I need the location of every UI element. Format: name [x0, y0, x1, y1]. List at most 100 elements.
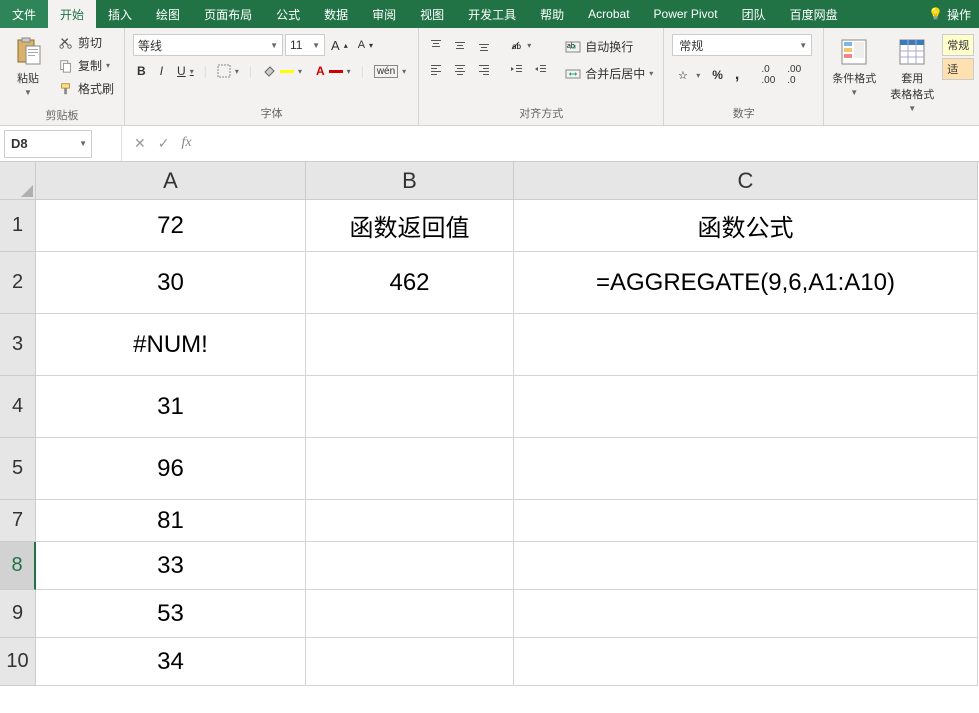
- cell-A5[interactable]: 96: [36, 438, 306, 500]
- row-header-5[interactable]: 5: [0, 438, 36, 500]
- cell-B3[interactable]: [306, 314, 514, 376]
- enter-formula-button[interactable]: ✓: [158, 135, 170, 152]
- cell-C10[interactable]: [514, 638, 978, 686]
- cell-B9[interactable]: [306, 590, 514, 638]
- name-box[interactable]: D8 ▼: [4, 130, 92, 158]
- cell-style-preview-1[interactable]: 常规: [942, 34, 974, 56]
- ribbon-tab-9[interactable]: 开发工具: [456, 0, 528, 28]
- ribbon-tab-7[interactable]: 审阅: [360, 0, 408, 28]
- cell-B7[interactable]: [306, 500, 514, 542]
- cell-B10[interactable]: [306, 638, 514, 686]
- cell-C8[interactable]: [514, 542, 978, 590]
- ribbon-tab-3[interactable]: 绘图: [144, 0, 192, 28]
- copy-button[interactable]: 复制 ▾: [54, 55, 118, 76]
- align-left-button[interactable]: [425, 60, 447, 78]
- clipboard-group-label: 剪贴板: [0, 105, 124, 127]
- cell-A10[interactable]: 34: [36, 638, 306, 686]
- comma-button[interactable]: ,: [731, 64, 743, 86]
- accounting-format-button[interactable]: ☆▾: [672, 66, 704, 84]
- merge-center-button[interactable]: 合并后居中 ▾: [561, 63, 657, 84]
- decrease-decimal-button[interactable]: .00.0: [783, 62, 805, 88]
- cell-A1[interactable]: 72: [36, 200, 306, 252]
- cell-A8[interactable]: 33: [36, 542, 306, 590]
- cell-A9[interactable]: 53: [36, 590, 306, 638]
- cell-B4[interactable]: [306, 376, 514, 438]
- ribbon-tab-12[interactable]: Power Pivot: [642, 0, 730, 28]
- wrap-text-button[interactable]: ab 自动换行: [561, 36, 657, 57]
- conditional-formatting-button[interactable]: 条件格式 ▼: [826, 32, 882, 101]
- border-button[interactable]: ▾: [213, 62, 243, 80]
- ribbon-tab-11[interactable]: Acrobat: [576, 0, 641, 28]
- underline-button[interactable]: U▾: [173, 62, 198, 80]
- row-header-3[interactable]: 3: [0, 314, 36, 376]
- ribbon-tab-1[interactable]: 开始: [48, 0, 96, 28]
- cell-B1[interactable]: 函数返回值: [306, 200, 514, 252]
- phonetic-button[interactable]: wén▾: [370, 63, 410, 80]
- percent-button[interactable]: %: [708, 66, 727, 84]
- cell-C3[interactable]: [514, 314, 978, 376]
- insert-function-button[interactable]: fx: [181, 135, 191, 152]
- align-right-button[interactable]: [473, 60, 495, 78]
- row-header-1[interactable]: 1: [0, 200, 36, 252]
- cell-B8[interactable]: [306, 542, 514, 590]
- format-painter-button[interactable]: 格式刷: [54, 78, 118, 99]
- align-bottom-button[interactable]: [473, 36, 495, 54]
- align-center-button[interactable]: [449, 60, 471, 78]
- ribbon-tab-4[interactable]: 页面布局: [192, 0, 264, 28]
- font-size-value: 11: [290, 38, 302, 52]
- cond-fmt-label: 条件格式: [832, 70, 876, 86]
- row-header-7[interactable]: 7: [0, 500, 36, 542]
- font-color-button[interactable]: A▾: [312, 62, 355, 80]
- cell-C4[interactable]: [514, 376, 978, 438]
- align-top-button[interactable]: [425, 36, 447, 54]
- cut-button[interactable]: 剪切: [54, 32, 118, 53]
- tell-me[interactable]: 💡操作: [920, 0, 979, 28]
- ribbon-tab-0[interactable]: 文件: [0, 0, 48, 28]
- ribbon-tab-13[interactable]: 团队: [730, 0, 778, 28]
- align-middle-button[interactable]: [449, 36, 471, 54]
- row-header-10[interactable]: 10: [0, 638, 36, 686]
- row-header-4[interactable]: 4: [0, 376, 36, 438]
- font-name-select[interactable]: 等线 ▼: [133, 34, 283, 56]
- column-header-C[interactable]: C: [514, 162, 978, 200]
- increase-indent-button[interactable]: [529, 60, 551, 78]
- cell-C5[interactable]: [514, 438, 978, 500]
- ribbon-tab-5[interactable]: 公式: [264, 0, 312, 28]
- column-header-B[interactable]: B: [306, 162, 514, 200]
- cell-A7[interactable]: 81: [36, 500, 306, 542]
- select-all-triangle[interactable]: [0, 162, 36, 200]
- orientation-button[interactable]: ab▾: [505, 36, 535, 54]
- cell-A2[interactable]: 30: [36, 252, 306, 314]
- ribbon-tab-14[interactable]: 百度网盘: [778, 0, 850, 28]
- format-as-table-button[interactable]: 套用 表格格式 ▼: [884, 32, 940, 117]
- font-size-select[interactable]: 11 ▼: [285, 34, 325, 56]
- paste-button[interactable]: 粘贴 ▼: [6, 32, 50, 101]
- cell-C1[interactable]: 函数公式: [514, 200, 978, 252]
- increase-decimal-button[interactable]: .0.00: [757, 62, 779, 88]
- cancel-formula-button[interactable]: ✕: [134, 135, 146, 152]
- italic-button[interactable]: I: [156, 62, 167, 80]
- ribbon-tab-2[interactable]: 插入: [96, 0, 144, 28]
- cell-C7[interactable]: [514, 500, 978, 542]
- decrease-indent-button[interactable]: [505, 60, 527, 78]
- cell-A4[interactable]: 31: [36, 376, 306, 438]
- number-format-select[interactable]: 常规 ▼: [672, 34, 812, 56]
- row-header-9[interactable]: 9: [0, 590, 36, 638]
- decrease-font-button[interactable]: A▾: [354, 37, 377, 53]
- ribbon-tab-6[interactable]: 数据: [312, 0, 360, 28]
- row-header-8[interactable]: 8: [0, 542, 36, 590]
- font-name-value: 等线: [138, 37, 162, 54]
- cell-B5[interactable]: [306, 438, 514, 500]
- cell-C9[interactable]: [514, 590, 978, 638]
- ribbon-tab-8[interactable]: 视图: [408, 0, 456, 28]
- fill-color-button[interactable]: ▾: [258, 62, 306, 80]
- cell-A3[interactable]: #NUM!: [36, 314, 306, 376]
- row-header-2[interactable]: 2: [0, 252, 36, 314]
- ribbon-tab-10[interactable]: 帮助: [528, 0, 576, 28]
- cell-C2[interactable]: =AGGREGATE(9,6,A1:A10): [514, 252, 978, 314]
- cell-B2[interactable]: 462: [306, 252, 514, 314]
- increase-font-button[interactable]: A▴: [327, 36, 352, 55]
- cell-style-preview-2[interactable]: 适: [942, 58, 974, 80]
- bold-button[interactable]: B: [133, 62, 150, 80]
- column-header-A[interactable]: A: [36, 162, 306, 200]
